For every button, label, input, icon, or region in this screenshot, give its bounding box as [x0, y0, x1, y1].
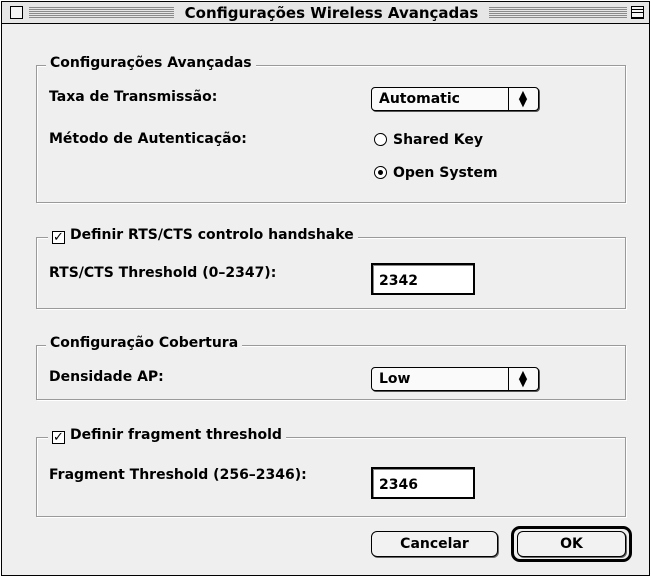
ap-density-label: Densidade AP: — [49, 369, 164, 385]
radio-shared-key[interactable]: Shared Key — [374, 131, 483, 149]
radio-button-selected-icon[interactable] — [374, 166, 387, 179]
radio-open-system-label: Open System — [393, 165, 498, 181]
close-box[interactable] — [10, 6, 23, 19]
radio-shared-key-label: Shared Key — [393, 132, 484, 148]
advanced-settings-title: Configurações Avançadas — [46, 54, 256, 72]
ok-button[interactable]: OK — [517, 531, 626, 557]
transmission-rate-popup[interactable]: Automatic ▲ ▼ — [371, 87, 539, 111]
rts-threshold-input[interactable] — [373, 265, 473, 293]
fragment-threshold-label: Fragment Threshold (256–2346): — [49, 467, 307, 483]
coverage-title: Configuração Cobertura — [46, 334, 243, 352]
radio-open-system[interactable]: Open System — [374, 164, 498, 182]
rts-threshold-field[interactable] — [371, 263, 475, 295]
rts-threshold-label: RTS/CTS Threshold (0–2347): — [49, 265, 277, 281]
fragment-checkbox-row[interactable]: ✓ Definir fragment threshold — [48, 426, 286, 444]
title-bar[interactable]: Configurações Wireless Avançadas — [2, 2, 649, 24]
checkmark-icon: ✓ — [53, 430, 64, 445]
ap-density-popup[interactable]: Low ▲ ▼ — [371, 367, 539, 391]
zoom-box[interactable] — [631, 6, 644, 19]
auth-method-label: Método de Autenticação: — [49, 131, 247, 147]
fragment-checkbox-label: Definir fragment threshold — [70, 427, 282, 443]
rts-cts-checkbox[interactable]: ✓ — [52, 231, 65, 244]
title-bar-stripes-right — [489, 7, 627, 18]
window-title: Configurações Wireless Avançadas — [174, 3, 489, 23]
transmission-rate-value: Automatic — [379, 91, 460, 107]
fragment-threshold-input[interactable] — [373, 469, 473, 497]
popup-divider — [508, 368, 509, 390]
up-down-arrows-icon: ▲ ▼ — [518, 88, 528, 109]
checkmark-icon: ✓ — [53, 230, 64, 245]
radio-button-icon[interactable] — [374, 133, 387, 146]
fragment-checkbox[interactable]: ✓ — [52, 431, 65, 444]
ap-density-value: Low — [379, 371, 411, 387]
rts-cts-checkbox-row[interactable]: ✓ Definir RTS/CTS controlo handshake — [48, 226, 358, 244]
title-bar-stripes-left — [29, 7, 174, 18]
popup-divider — [508, 88, 509, 110]
fragment-threshold-field[interactable] — [371, 467, 475, 499]
up-down-arrows-icon: ▲ ▼ — [518, 368, 528, 389]
dialog-window: Configurações Wireless Avançadas Configu… — [1, 1, 650, 576]
cancel-button[interactable]: Cancelar — [371, 531, 498, 557]
transmission-rate-label: Taxa de Transmissão: — [49, 89, 218, 105]
rts-cts-checkbox-label: Definir RTS/CTS controlo handshake — [70, 227, 354, 243]
